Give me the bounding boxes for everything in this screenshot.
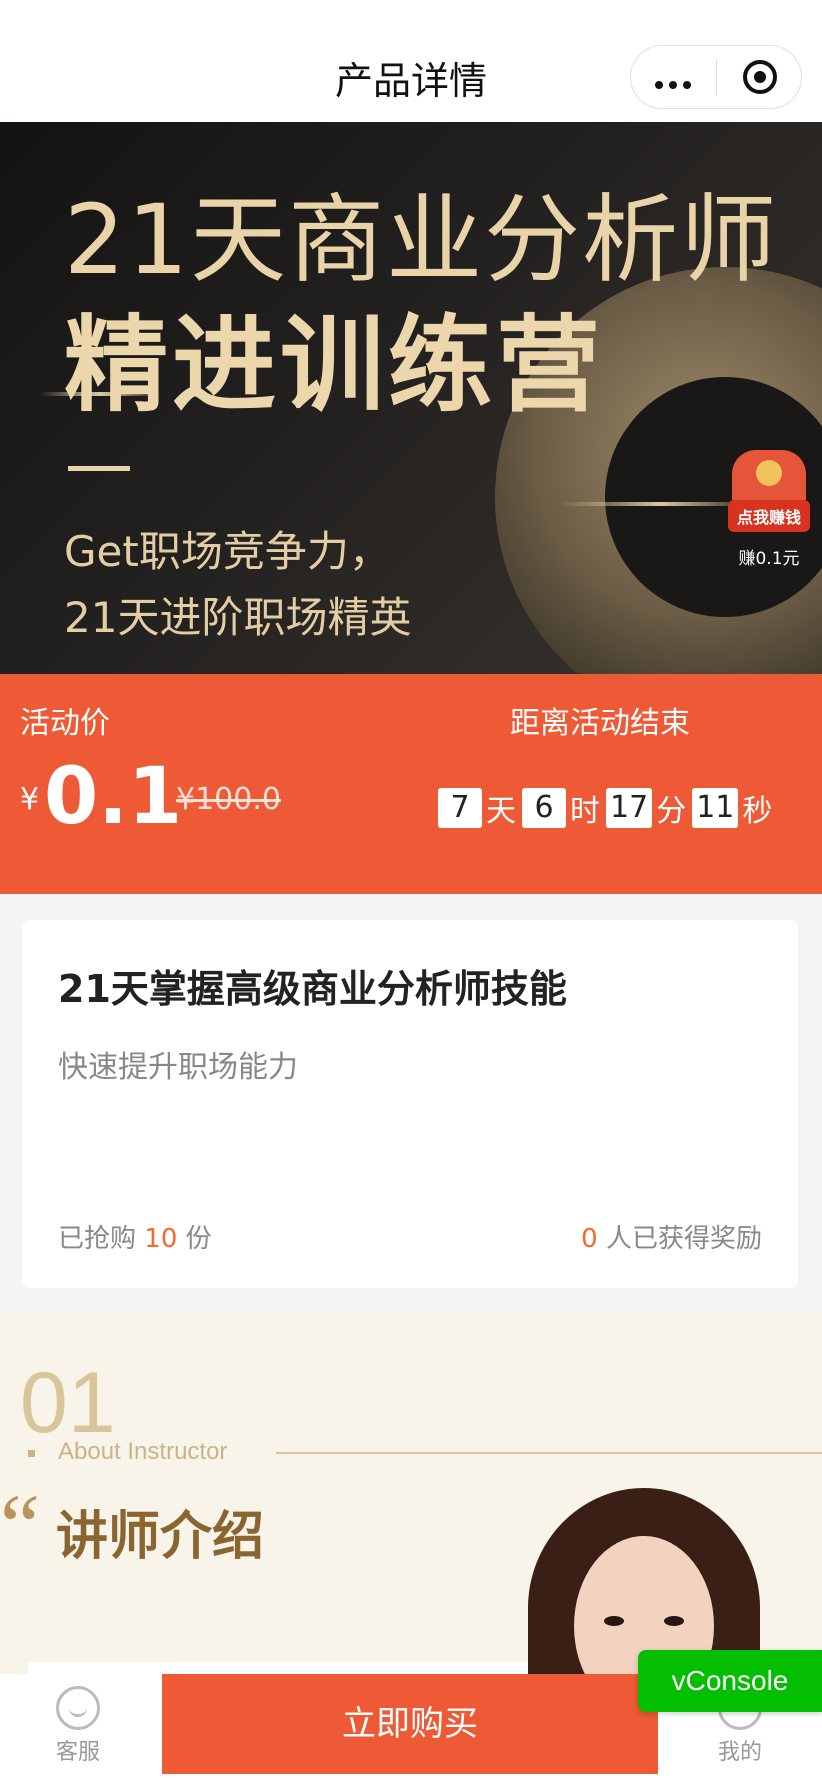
currency-symbol: ¥ <box>20 782 40 817</box>
more-icon[interactable] <box>655 74 697 93</box>
sold-prefix: 已抢购 <box>58 1224 137 1254</box>
reward-suffix: 人已获得奖励 <box>605 1224 762 1254</box>
product-subtitle: 快速提升职场能力 <box>58 1050 298 1085</box>
buy-now-button[interactable]: 立即购买 <box>162 1674 658 1774</box>
reward-count: 0 人已获得奖励 <box>581 1218 762 1255</box>
price-section: 活动价 ¥ 0.1 ¥100.0 距离活动结束 7 天 6 时 17 分 11 … <box>0 674 822 894</box>
section-english-title: About Instructor <box>58 1438 228 1465</box>
quote-mark-icon: “ <box>0 1477 40 1576</box>
banner-subtitle-line2: 21天进阶职场精英 <box>64 593 412 642</box>
section-divider <box>276 1452 822 1454</box>
sold-number: 10 <box>144 1224 178 1254</box>
banner-dash <box>68 466 130 471</box>
earn-amount-label: 赚0.1元 <box>738 549 800 569</box>
activity-price-label: 活动价 <box>20 706 110 741</box>
mine-label: 我的 <box>717 1740 762 1765</box>
miniprogram-capsule <box>630 45 802 109</box>
capsule-divider <box>716 60 717 96</box>
navigation-bar: 产品详情 <box>0 0 822 122</box>
sold-count: 已抢购 10 份 <box>58 1218 212 1255</box>
countdown-hours-unit: 时 <box>570 794 600 829</box>
product-title: 21天掌握高级商业分析师技能 <box>58 967 567 1011</box>
countdown-timer: 7 天 6 时 17 分 11 秒 <box>438 786 778 830</box>
earn-tag: 点我赚钱 <box>728 500 810 532</box>
activity-end-label: 距离活动结束 <box>510 706 690 741</box>
activity-price-value: 0.1 <box>44 752 183 842</box>
countdown-hours: 6 <box>522 788 566 828</box>
countdown-minutes-unit: 分 <box>656 794 687 829</box>
countdown-seconds: 11 <box>692 788 739 828</box>
sold-suffix: 份 <box>185 1224 212 1254</box>
banner-subtitle-line1: Get职场竞争力， <box>64 527 391 576</box>
countdown-minutes: 17 <box>606 788 653 828</box>
reward-number: 0 <box>581 1224 598 1254</box>
section-title: 讲师介绍 <box>56 1507 265 1567</box>
smiley-icon <box>56 1686 100 1730</box>
banner-title-line2: 精进训练营 <box>64 304 605 426</box>
customer-service-tab[interactable]: 客服 <box>28 1686 128 1766</box>
countdown-seconds-unit: 秒 <box>742 794 773 829</box>
original-price: ¥100.0 <box>176 782 281 817</box>
section-bullet <box>28 1450 35 1457</box>
earn-money-button[interactable]: 点我赚钱 赚0.1元 <box>728 450 810 569</box>
product-info-card: 21天掌握高级商业分析师技能 快速提升职场能力 已抢购 10 份 0 人已获得奖… <box>22 920 798 1288</box>
course-banner: 21天商业分析师 精进训练营 Get职场竞争力， 21天进阶职场精英 点我赚钱 … <box>0 122 822 674</box>
close-target-icon[interactable] <box>743 60 777 94</box>
countdown-days: 7 <box>438 788 482 828</box>
instructor-section: 01 About Instructor “ 讲师介绍 <box>0 1314 822 1694</box>
countdown-days-unit: 天 <box>486 794 516 829</box>
vconsole-button[interactable]: vConsole <box>638 1650 822 1712</box>
customer-service-label: 客服 <box>55 1740 100 1765</box>
